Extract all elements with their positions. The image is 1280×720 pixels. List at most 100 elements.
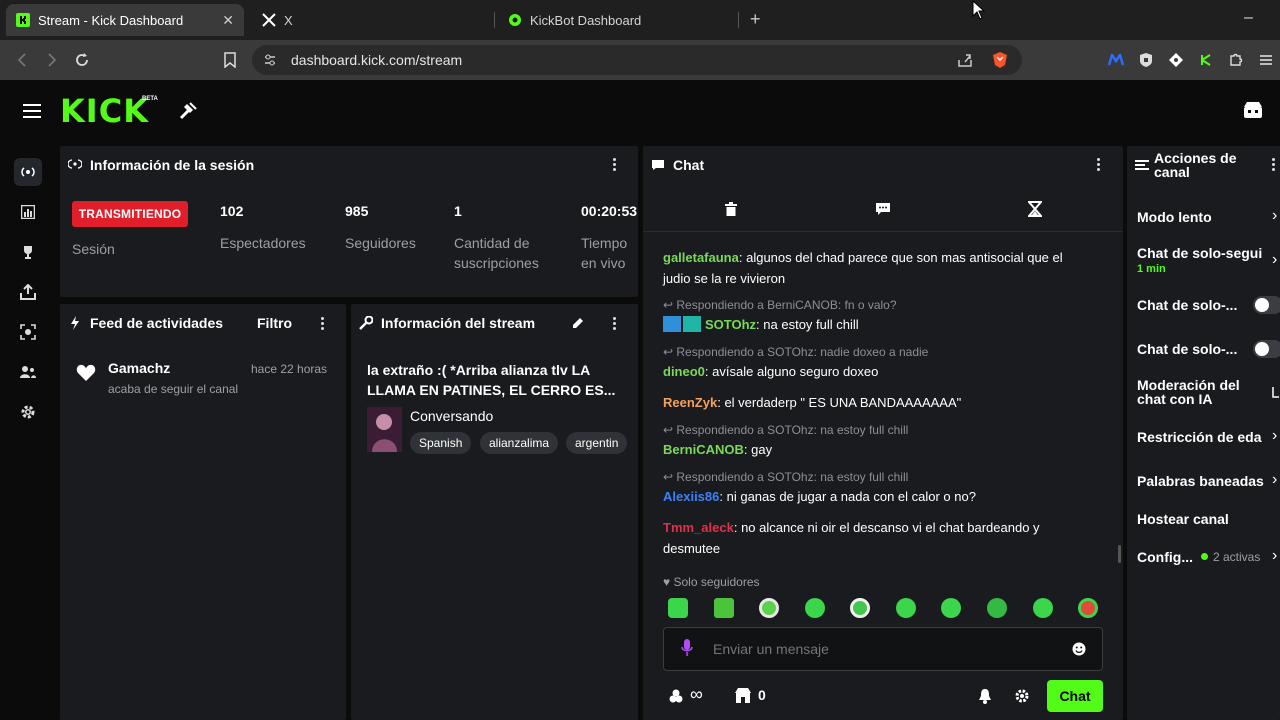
- chat-message: ReenZyk: el verdaderp " ES UNA BANDAAAAA…: [663, 395, 962, 410]
- close-tab-icon[interactable]: ✕: [222, 12, 234, 29]
- nav-community-icon[interactable]: [14, 358, 42, 386]
- heart-icon: [76, 364, 96, 382]
- chat-message: SOTOhz: na estoy full chill: [663, 314, 1103, 335]
- chat-message-input[interactable]: [713, 639, 1053, 659]
- session-title: Información de la sesión: [90, 157, 255, 173]
- site-settings-icon[interactable]: [260, 50, 280, 70]
- chat-username[interactable]: ReenZyk: [663, 395, 717, 410]
- tab-kick-dashboard[interactable]: Stream - Kick Dashboard ✕: [6, 4, 244, 36]
- chat-username[interactable]: Tmm_aleck: [663, 520, 734, 535]
- actions-menu-icon[interactable]: [1272, 158, 1276, 173]
- emote-icon[interactable]: [896, 598, 916, 618]
- host-channel-action[interactable]: Hostear canal: [1137, 511, 1229, 527]
- nav-clips-icon[interactable]: [14, 318, 42, 346]
- back-icon[interactable]: [12, 50, 32, 70]
- reply-text: Respondiendo a SOTOhz: na estoy full chi…: [676, 470, 909, 484]
- chat-username[interactable]: dineo0: [663, 364, 705, 379]
- age-restriction-action[interactable]: Restricción de eda: [1137, 429, 1262, 445]
- store-small-icon[interactable]: [735, 688, 751, 704]
- nav-settings-icon[interactable]: [14, 398, 42, 426]
- tag-pill[interactable]: argentin: [566, 432, 628, 454]
- emote-icon[interactable]: [668, 598, 688, 618]
- channel-points-icon[interactable]: [669, 688, 687, 704]
- sub-only-toggle[interactable]: [1253, 296, 1280, 314]
- reply-context: ↩ Respondiendo a SOTOhz: na estoy full c…: [663, 470, 908, 484]
- emote-icon[interactable]: [714, 598, 734, 618]
- share-icon[interactable]: [955, 50, 975, 70]
- session-menu-icon[interactable]: [613, 158, 617, 173]
- reload-icon[interactable]: [72, 50, 92, 70]
- chat-username[interactable]: BerniCANOB: [663, 442, 744, 457]
- slow-mode-action[interactable]: Modo lento: [1137, 209, 1212, 225]
- emote-icon[interactable]: [805, 598, 825, 618]
- feed-menu-icon[interactable]: [321, 317, 325, 332]
- ai-moderation-action-line2[interactable]: chat con IA: [1137, 392, 1212, 406]
- session-label: Sesión: [72, 241, 115, 257]
- chat-title: Chat: [673, 157, 705, 173]
- nav-analytics-icon[interactable]: [14, 198, 42, 226]
- mod-hammer-icon[interactable]: [178, 101, 198, 121]
- extension-shield-icon[interactable]: [1136, 50, 1156, 70]
- chat-scrollbar[interactable]: [1118, 545, 1121, 563]
- live-time-value: 00:20:53: [581, 203, 638, 219]
- chat-username[interactable]: galletafauna: [663, 250, 739, 265]
- feed-user[interactable]: Gamachz: [108, 360, 170, 376]
- tag-pill[interactable]: alianzalima: [480, 432, 559, 454]
- emote-only-toggle[interactable]: [1253, 340, 1280, 358]
- send-chat-button[interactable]: Chat: [1047, 680, 1103, 712]
- stream-title-line1: la extraño :( *Arriba alianza tlv LA: [367, 362, 591, 378]
- emote-icon[interactable]: [987, 598, 1007, 618]
- nav-upload-icon[interactable]: [14, 278, 42, 306]
- emoji-picker-icon[interactable]: [1072, 642, 1086, 656]
- store-icon[interactable]: [1243, 101, 1263, 119]
- followers-only-action[interactable]: Chat de solo-segui: [1137, 245, 1262, 261]
- hamburger-menu-icon[interactable]: [23, 103, 41, 119]
- kick-logo[interactable]: KICK: [60, 93, 149, 129]
- tab-x[interactable]: X: [262, 4, 482, 36]
- notification-bell-icon[interactable]: [978, 688, 992, 704]
- minimize-window-button[interactable]: –: [1244, 9, 1253, 27]
- tag-pill[interactable]: Spanish: [410, 432, 472, 454]
- chat-message-cont: desmutee: [663, 541, 721, 556]
- new-tab-button[interactable]: +: [750, 9, 761, 30]
- config-action[interactable]: Config...: [1137, 549, 1193, 565]
- forward-icon[interactable]: [42, 50, 62, 70]
- chat-mode-icon[interactable]: [875, 202, 891, 216]
- banned-words-action[interactable]: Palabras baneadas: [1137, 473, 1264, 489]
- feed-filter-button[interactable]: Filtro: [257, 315, 292, 331]
- emote-icon[interactable]: [1033, 598, 1053, 618]
- microphone-icon[interactable]: [681, 639, 693, 657]
- chevron-right-icon: ›: [1272, 471, 1278, 488]
- stream-info-menu-icon[interactable]: [613, 317, 617, 332]
- chat-username[interactable]: Alexiis86: [663, 489, 719, 504]
- feed-time: hace 22 horas: [251, 362, 328, 376]
- nav-trophy-icon[interactable]: [14, 238, 42, 266]
- trash-icon[interactable]: [725, 202, 737, 216]
- emote-icon[interactable]: [941, 598, 961, 618]
- extension-diamond-icon[interactable]: [1166, 50, 1186, 70]
- extension-kick-icon[interactable]: [1196, 50, 1216, 70]
- bookmark-icon[interactable]: [220, 50, 240, 70]
- nav-stream-icon[interactable]: [14, 158, 42, 186]
- extensions-puzzle-icon[interactable]: [1226, 50, 1246, 70]
- reply-arrow-icon: ↩: [663, 298, 677, 312]
- chat-bubble-icon: [651, 159, 665, 171]
- category-name[interactable]: Conversando: [410, 408, 493, 424]
- extension-m-icon[interactable]: [1106, 50, 1126, 70]
- brave-shield-icon[interactable]: [990, 50, 1010, 70]
- hourglass-icon[interactable]: [1028, 201, 1042, 217]
- edit-pencil-icon[interactable]: [571, 316, 585, 330]
- chat-menu-icon[interactable]: [1097, 158, 1101, 173]
- emote-icon[interactable]: [759, 598, 779, 618]
- category-thumbnail[interactable]: [367, 407, 402, 452]
- emote-icon[interactable]: [1078, 598, 1098, 618]
- url-text: dashboard.kick.com/stream: [291, 52, 463, 68]
- chat-username[interactable]: SOTOhz: [705, 317, 756, 332]
- reply-context: ↩ Respondiendo a SOTOhz: nadie doxeo a n…: [663, 345, 928, 359]
- ai-moderation-action-line1[interactable]: Moderación del: [1137, 378, 1240, 392]
- feed-desc: acaba de seguir el canal: [108, 382, 239, 396]
- chat-settings-icon[interactable]: [1015, 689, 1029, 703]
- browser-menu-icon[interactable]: [1256, 50, 1276, 70]
- tab-kickbot[interactable]: KickBot Dashboard: [508, 4, 728, 36]
- emote-icon[interactable]: [850, 598, 870, 618]
